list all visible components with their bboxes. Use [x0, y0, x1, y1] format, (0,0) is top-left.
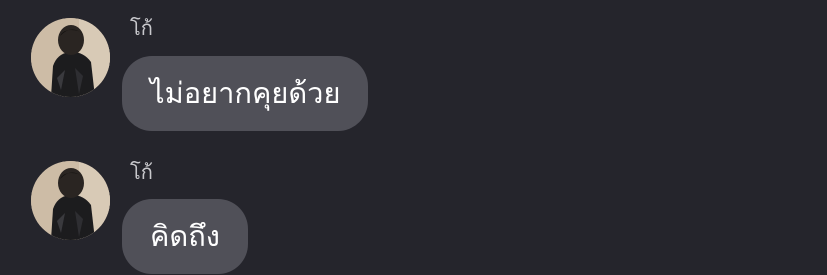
sender-name: โก้	[130, 16, 153, 40]
avatar[interactable]	[31, 18, 110, 97]
avatar-photo-icon	[31, 18, 110, 97]
avatar[interactable]	[31, 161, 110, 240]
avatar-photo-icon	[31, 161, 110, 240]
message-bubble[interactable]: ไม่อยากคุยด้วย	[122, 56, 369, 131]
sender-name: โก้	[130, 160, 153, 184]
message-group: โก้ ไม่อยากคุยด้วย	[0, 0, 827, 140]
message-group: โก้ คิดถึง	[0, 150, 827, 275]
message-bubble[interactable]: คิดถึง	[122, 199, 248, 274]
